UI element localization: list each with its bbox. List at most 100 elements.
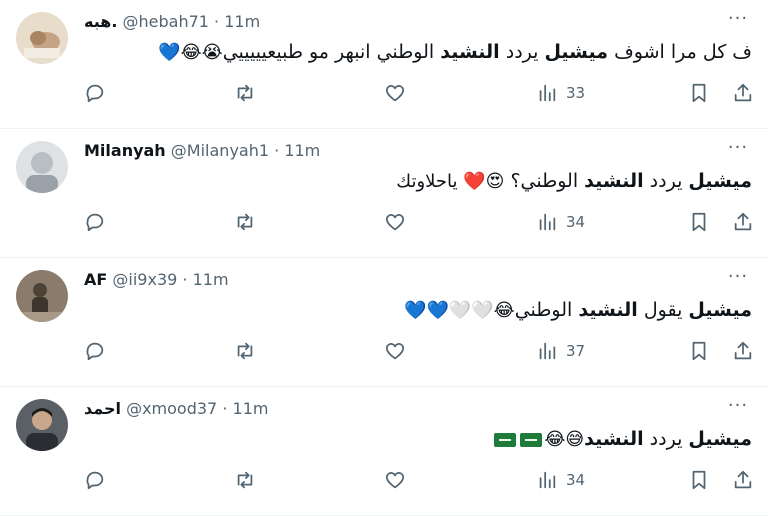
display-name[interactable]: هبه. [84,12,117,31]
more-icon[interactable]: ··· [720,397,756,421]
retweet-button[interactable] [234,336,264,366]
share-button[interactable] [732,465,754,495]
reply-icon [86,84,104,103]
separator: · [222,399,228,418]
avatar-image [16,399,68,451]
bookmark-button[interactable] [688,207,710,237]
views-icon [539,342,556,360]
text-bold-anthem: النشيد [584,170,644,192]
more-icon[interactable]: ··· [720,10,756,34]
views-button[interactable]: 33 [536,78,585,108]
text-bold-anthem: النشيد [578,299,638,321]
views-count: 34 [566,213,586,231]
tweet-header: Milanyah @Milanyah1 · 11m [84,140,320,162]
tweet-header: AF @ii9x39 · 11m [84,269,229,291]
more-icon[interactable]: ··· [720,268,756,292]
views-icon [539,471,556,489]
tweet-text: ف كل مرا اشوف ميشيل يردد النشيد الوطني ا… [84,38,752,67]
avatar[interactable] [16,270,68,322]
text-post: الوطني؟ [504,170,585,192]
like-icon [385,85,405,102]
text-mid: يردد [643,428,689,450]
views-button[interactable]: 34 [536,207,585,237]
user-handle[interactable]: @xmood37 [126,399,217,418]
views-button[interactable]: 37 [536,336,585,366]
avatar-image [16,270,68,322]
emoji-group: 😭😂💙 [158,42,223,63]
display-name[interactable]: احمد [84,399,121,418]
retweet-button[interactable] [234,207,264,237]
like-button[interactable] [384,207,414,237]
like-icon [385,343,405,360]
views-count: 34 [566,471,586,489]
text-post: الوطني [514,299,579,321]
timestamp[interactable]: 11m [284,141,320,160]
timestamp[interactable]: 11m [233,399,269,418]
tweet-text: ميشيل يقول النشيد الوطني😂🤍🤍💙💙 [84,296,752,325]
text-mid: يردد [499,41,545,63]
bookmark-button[interactable] [688,336,710,366]
reply-icon [86,342,104,361]
share-icon [734,470,752,489]
tweet[interactable]: هبه. @hebah71 · 11m ··· ف كل مرا اشوف مي… [0,0,768,129]
text-bold-anthem: النشيد [584,428,644,450]
share-icon [734,341,752,360]
retweet-button[interactable] [234,78,264,108]
reply-icon [86,471,104,490]
saudi-flag-icon [494,432,517,447]
views-count: 33 [566,84,586,102]
avatar-image [16,12,68,64]
tweet-text: ميشيل يردد النشيد الوطني؟ 😍❤️ ياحلاوتك [84,167,752,196]
timestamp[interactable]: 11m [224,12,260,31]
like-icon [385,472,405,489]
display-name[interactable]: AF [84,270,107,289]
action-bar: 37 [84,336,752,366]
views-icon [539,84,556,102]
retweet-icon [237,213,253,231]
text-pre: ف كل مرا اشوف [608,41,752,63]
share-icon [734,83,752,102]
emoji-group: 😍❤️ ياحلاوتك [396,171,505,192]
share-button[interactable] [732,207,754,237]
bookmark-icon [692,212,706,232]
like-button[interactable] [384,465,414,495]
text-bold-name: ميشيل [688,299,752,321]
user-handle[interactable]: @ii9x39 [112,270,177,289]
bookmark-button[interactable] [688,78,710,108]
share-button[interactable] [732,336,754,366]
reply-button[interactable] [84,465,114,495]
tweet[interactable]: AF @ii9x39 · 11m ··· ميشيل يقول النشيد ا… [0,258,768,387]
separator: · [182,270,188,289]
more-icon[interactable]: ··· [720,139,756,163]
retweet-button[interactable] [234,465,264,495]
bookmark-icon [692,470,706,490]
avatar[interactable] [16,141,68,193]
display-name[interactable]: Milanyah [84,141,166,160]
reply-icon [86,213,104,232]
reply-button[interactable] [84,336,114,366]
action-bar: 33 [84,78,752,108]
action-bar: 34 [84,465,752,495]
avatar[interactable] [16,12,68,64]
tweet[interactable]: احمد @xmood37 · 11m ··· ميشيل يردد النشي… [0,387,768,516]
share-button[interactable] [732,78,754,108]
like-button[interactable] [384,336,414,366]
separator: · [214,12,220,31]
reply-button[interactable] [84,78,114,108]
share-icon [734,212,752,231]
avatar[interactable] [16,399,68,451]
text-bold-name: ميشيل [688,428,752,450]
action-bar: 34 [84,207,752,237]
user-handle[interactable]: @Milanyah1 [171,141,269,160]
saudi-flag-icon [520,432,543,447]
tweet[interactable]: Milanyah @Milanyah1 · 11m ··· ميشيل يردد… [0,129,768,258]
bookmark-button[interactable] [688,465,710,495]
reply-button[interactable] [84,207,114,237]
like-button[interactable] [384,78,414,108]
timestamp[interactable]: 11m [193,270,229,289]
user-handle[interactable]: @hebah71 [123,12,209,31]
tweet-header: احمد @xmood37 · 11m [84,398,268,420]
views-button[interactable]: 34 [536,465,585,495]
emoji-group: 😅😂 [544,429,585,450]
text-bold-anthem: النشيد [440,41,500,63]
